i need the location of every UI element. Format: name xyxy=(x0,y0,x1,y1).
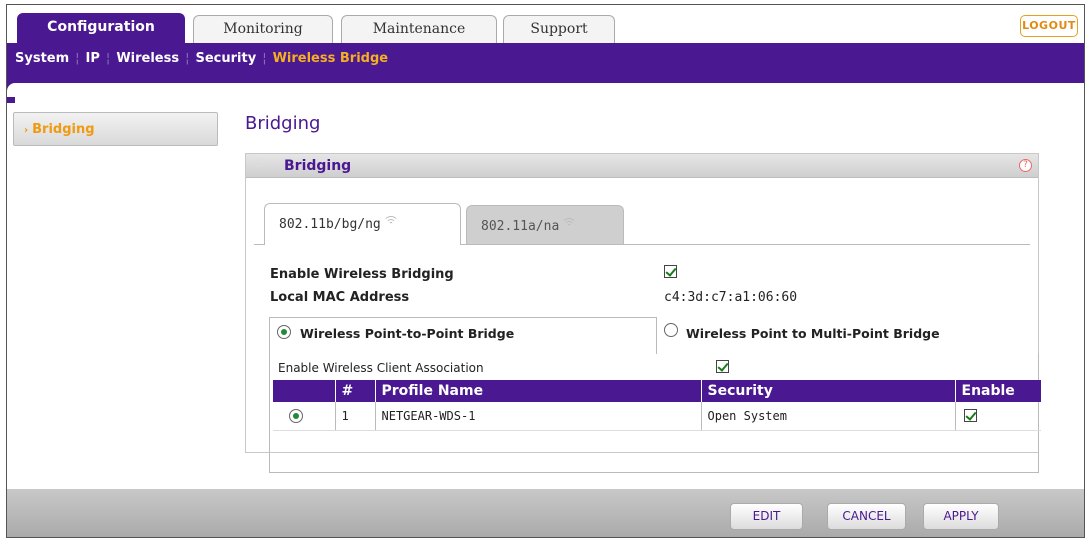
band-tab-label: 802.11b/bg/ng xyxy=(279,217,381,232)
row-enable-checkbox[interactable] xyxy=(963,409,977,422)
local-mac-label: Local MAC Address xyxy=(270,290,410,305)
point-to-point-radio[interactable] xyxy=(277,325,291,339)
subnav-item-system[interactable]: System xyxy=(15,51,69,66)
column-header-select xyxy=(273,380,336,402)
apply-button[interactable]: APPLY xyxy=(923,503,999,530)
column-header-profile-name: Profile Name xyxy=(375,380,702,402)
router-admin-frame: Configuration Monitoring Maintenance Sup… xyxy=(6,4,1085,538)
table-header-row: # Profile Name Security Enable xyxy=(273,380,1041,402)
multi-point-radio[interactable] xyxy=(664,323,678,337)
help-icon[interactable]: ? xyxy=(1019,159,1032,172)
separator: ¦ xyxy=(185,51,190,66)
panel-title: Bridging xyxy=(284,158,352,174)
tab-maintenance[interactable]: Maintenance xyxy=(341,15,497,44)
panel-header: ⠿ Bridging ? xyxy=(246,154,1038,178)
sidebar-item-label: Bridging xyxy=(32,122,95,137)
column-header-enable: Enable xyxy=(955,380,1041,402)
wifi-icon xyxy=(561,218,578,228)
client-association-label: Enable Wireless Client Association xyxy=(278,361,484,375)
subnav-item-security[interactable]: Security xyxy=(195,51,256,66)
local-mac-value: c4:3d:c7:a1:06:60 xyxy=(664,290,798,305)
row-select-cell xyxy=(273,402,336,431)
logout-button[interactable]: LOGOUT xyxy=(1020,15,1078,37)
footer-bar: EDIT CANCEL APPLY xyxy=(7,489,1084,537)
column-header-number: # xyxy=(335,380,376,402)
top-tab-bar: Configuration Monitoring Maintenance Sup… xyxy=(7,5,1084,44)
row-profile-name: NETGEAR-WDS-1 xyxy=(375,402,702,431)
cancel-button[interactable]: CANCEL xyxy=(827,503,906,530)
separator: ¦ xyxy=(105,51,111,66)
corner-decoration xyxy=(7,97,15,103)
page-title: Bridging xyxy=(245,113,321,134)
chevron-right-icon: › xyxy=(24,125,29,136)
content-top-edge xyxy=(7,83,1084,97)
tab-support[interactable]: Support xyxy=(503,15,615,44)
subnav-item-ip[interactable]: IP xyxy=(86,51,100,66)
column-header-security: Security xyxy=(701,380,956,402)
band-settings-body: Enable Wireless Bridging Local MAC Addre… xyxy=(254,244,1041,473)
tab-configuration[interactable]: Configuration xyxy=(17,13,185,44)
sub-navigation-items: System ¦ IP ¦ Wireless ¦ Security ¦ Wireless Bri… xyxy=(15,51,388,66)
bridging-panel: ⠿ Bridging ? 802.11b/bg/ng 802.11a/na En… xyxy=(245,153,1041,473)
client-association-checkbox[interactable] xyxy=(716,360,729,373)
profiles-table: # Profile Name Security Enable 1 NETGEAR… xyxy=(273,380,1041,431)
point-to-point-label: Wireless Point-to-Point Bridge xyxy=(300,326,515,341)
tab-monitoring[interactable]: Monitoring xyxy=(193,15,333,44)
row-select-radio[interactable] xyxy=(289,409,303,423)
table-row[interactable]: 1 NETGEAR-WDS-1 Open System xyxy=(273,402,1041,431)
subnav-item-wireless[interactable]: Wireless xyxy=(116,51,179,66)
row-number: 1 xyxy=(335,402,376,431)
row-security: Open System xyxy=(701,402,956,431)
multi-point-label: Wireless Point to Multi-Point Bridge xyxy=(686,326,940,341)
tab-band-2-4ghz[interactable]: 802.11b/bg/ng xyxy=(264,203,461,245)
enable-bridging-label: Enable Wireless Bridging xyxy=(270,267,454,282)
edit-button[interactable]: EDIT xyxy=(730,503,803,530)
subnav-item-wireless-bridge[interactable]: Wireless Bridge xyxy=(273,51,389,66)
drag-grip-icon: ⠿ xyxy=(254,157,263,171)
separator: ¦ xyxy=(262,51,267,66)
tab-band-5ghz[interactable]: 802.11a/na xyxy=(466,205,624,244)
band-tab-label: 802.11a/na xyxy=(481,219,560,234)
sidebar-item-bridging[interactable]: › Bridging xyxy=(13,112,218,146)
separator: ¦ xyxy=(75,51,80,66)
enable-bridging-checkbox[interactable] xyxy=(664,265,677,278)
row-enable-cell xyxy=(955,402,1041,431)
wifi-icon xyxy=(382,216,399,226)
